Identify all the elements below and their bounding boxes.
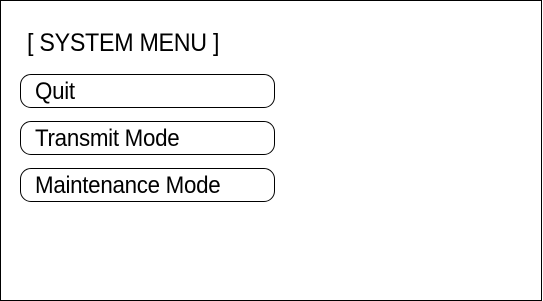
screen-title: [ SYSTEM MENU ] [27,29,220,57]
quit-button-label: Quit [35,77,75,105]
transmit-mode-button[interactable]: Transmit Mode [20,121,275,155]
maintenance-mode-button-label: Maintenance Mode [35,171,221,199]
system-menu-screen: [ SYSTEM MENU ] Quit Transmit Mode Maint… [0,0,542,301]
transmit-mode-button-label: Transmit Mode [35,124,180,152]
system-menu-list: Quit Transmit Mode Maintenance Mode [20,74,275,215]
quit-button[interactable]: Quit [20,74,275,108]
maintenance-mode-button[interactable]: Maintenance Mode [20,168,275,202]
